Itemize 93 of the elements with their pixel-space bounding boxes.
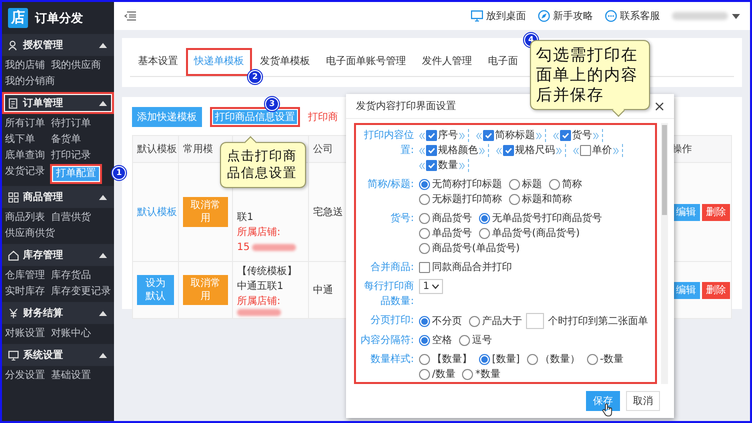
- radio-label: 简称: [562, 178, 582, 192]
- nav-item[interactable]: 基础设置: [50, 368, 92, 384]
- field-label: 合并商品:: [370, 260, 414, 275]
- tab[interactable]: 电子面: [480, 48, 526, 76]
- app-logo: 店: [8, 8, 28, 28]
- radio-label: 标题: [522, 178, 542, 192]
- radio-label: [数量]: [492, 353, 520, 367]
- nav-item[interactable]: 对账设置: [4, 326, 46, 342]
- tab[interactable]: 基本设置: [130, 48, 186, 76]
- radio-label: /数量: [432, 368, 456, 382]
- field-label: 打印内容位置:: [363, 128, 414, 158]
- tab[interactable]: 电子面单账号管理: [318, 48, 414, 76]
- column-header: 公司: [313, 144, 333, 155]
- nav-item[interactable]: 我的供应商: [50, 58, 102, 74]
- header-link[interactable]: 联系客服: [605, 9, 660, 23]
- header-link[interactable]: 新手攻略: [538, 9, 593, 23]
- radio-label: 标题和简称: [522, 192, 572, 207]
- radio-label: 商品货号: [432, 212, 472, 226]
- radio-label: *数量: [475, 368, 500, 382]
- checkbox-label: 同款商品合并打印: [432, 260, 512, 275]
- radio-label: 空格: [432, 334, 452, 348]
- header-link[interactable]: 放到桌面: [471, 9, 526, 23]
- nav-item[interactable]: 自营供货: [50, 210, 92, 226]
- app-name: 订单分发: [35, 10, 83, 26]
- nav-section-header[interactable]: 财务结算: [2, 302, 114, 324]
- field-label: 数量样式:: [370, 352, 414, 367]
- nav-item[interactable]: 我的店铺: [4, 58, 46, 74]
- radio-label: -数量: [600, 353, 624, 367]
- nav-item[interactable]: 商品列表: [4, 210, 46, 226]
- nav-item[interactable]: 实时库存: [4, 284, 46, 300]
- radio-label: 无标题打印简称: [432, 192, 502, 207]
- nav-item[interactable]: 仓库管理: [4, 268, 46, 284]
- radio-label: （数量）: [540, 353, 580, 367]
- nav-section-header[interactable]: 订单管理: [2, 92, 114, 114]
- delete-button[interactable]: 删除: [702, 204, 730, 220]
- radio-label: 不分页: [432, 314, 462, 328]
- callout-note: 点击打印商品信息设置: [220, 142, 306, 188]
- radio-label: 【数量】: [432, 352, 472, 367]
- column-header: 常用模: [183, 144, 213, 155]
- field-label: 内容分隔符:: [360, 334, 414, 348]
- nav-section-header[interactable]: 商品管理: [2, 186, 114, 208]
- nav-item[interactable]: 分发设置: [4, 368, 46, 384]
- checkbox-label: 规格颜色: [438, 144, 478, 158]
- nav-section-header[interactable]: 系统设置: [2, 344, 114, 366]
- delete-button[interactable]: 删除: [702, 282, 730, 298]
- shop-value: 15: [237, 241, 250, 255]
- field-label: 分页打印:: [370, 314, 414, 328]
- radio-label: 产品大于: [482, 314, 522, 328]
- nav-item[interactable]: 库存货品: [50, 268, 92, 284]
- nav-item[interactable]: 底单查询: [4, 148, 46, 164]
- step-badge: 1: [112, 166, 126, 180]
- checkbox-label: 单价: [592, 144, 612, 158]
- cancel-button[interactable]: 取消: [626, 391, 660, 411]
- checkbox-label: 序号: [438, 128, 458, 143]
- checkbox-label: 货号: [572, 129, 592, 143]
- shop-label: 所属店铺:: [237, 226, 282, 240]
- tab[interactable]: 发件人管理: [414, 48, 480, 76]
- radio-label: 单品货号: [432, 226, 472, 241]
- nav-item[interactable]: 所有订单: [4, 116, 46, 132]
- nav-item[interactable]: 库存变更记录: [50, 284, 112, 300]
- radio-label: 单品货号(商品货号): [492, 226, 580, 241]
- courier-name: 宅急送: [313, 207, 343, 218]
- step-badge: 3: [265, 97, 279, 111]
- dialog-title: 发货内容打印界面设置: [356, 100, 456, 113]
- nav-item[interactable]: 线下单: [4, 132, 36, 148]
- courier-name: 中通: [313, 285, 333, 296]
- nav-item[interactable]: 发货记录: [4, 164, 46, 180]
- nav-item[interactable]: 对账中心: [50, 326, 92, 342]
- field-suffix: 个时打印到第二张面单: [548, 314, 648, 328]
- nav-section-header[interactable]: 库存管理: [2, 244, 114, 266]
- template-name: 【传统模板】中通五联1: [237, 264, 298, 294]
- radio-label: 无单品货号打印商品货号: [492, 212, 602, 226]
- column-header: 默认模板: [137, 144, 177, 155]
- radio-label: 商品货号(单品货号): [432, 242, 520, 256]
- nav-item[interactable]: 我的分销商: [4, 74, 56, 90]
- radio-label: 逗号: [472, 334, 492, 348]
- field-label: 每行打印商品数量:: [363, 280, 414, 309]
- checkbox-label: 规格尺码: [515, 144, 555, 158]
- field-label: 简称/标题:: [366, 178, 414, 192]
- checkbox-label: 简称标题: [495, 128, 535, 143]
- template-name: 联1: [237, 211, 254, 225]
- nav-item[interactable]: 供应商供货: [4, 226, 56, 242]
- nav-item[interactable]: 待打订单: [50, 116, 92, 132]
- notice-text: 打印商: [308, 110, 338, 124]
- shop-label: 所属店铺:: [237, 294, 282, 309]
- checkbox-label: 数量: [438, 159, 458, 173]
- nav-item[interactable]: 备货单: [50, 132, 82, 148]
- field-label: 货号:: [390, 212, 414, 226]
- quantity-select[interactable]: 1: [419, 279, 444, 294]
- nav-section-header[interactable]: 授权管理: [2, 34, 114, 56]
- radio-label: 无简称打印标题: [432, 178, 502, 192]
- step-badge: 2: [248, 70, 262, 84]
- nav-item[interactable]: 打印记录: [50, 148, 92, 164]
